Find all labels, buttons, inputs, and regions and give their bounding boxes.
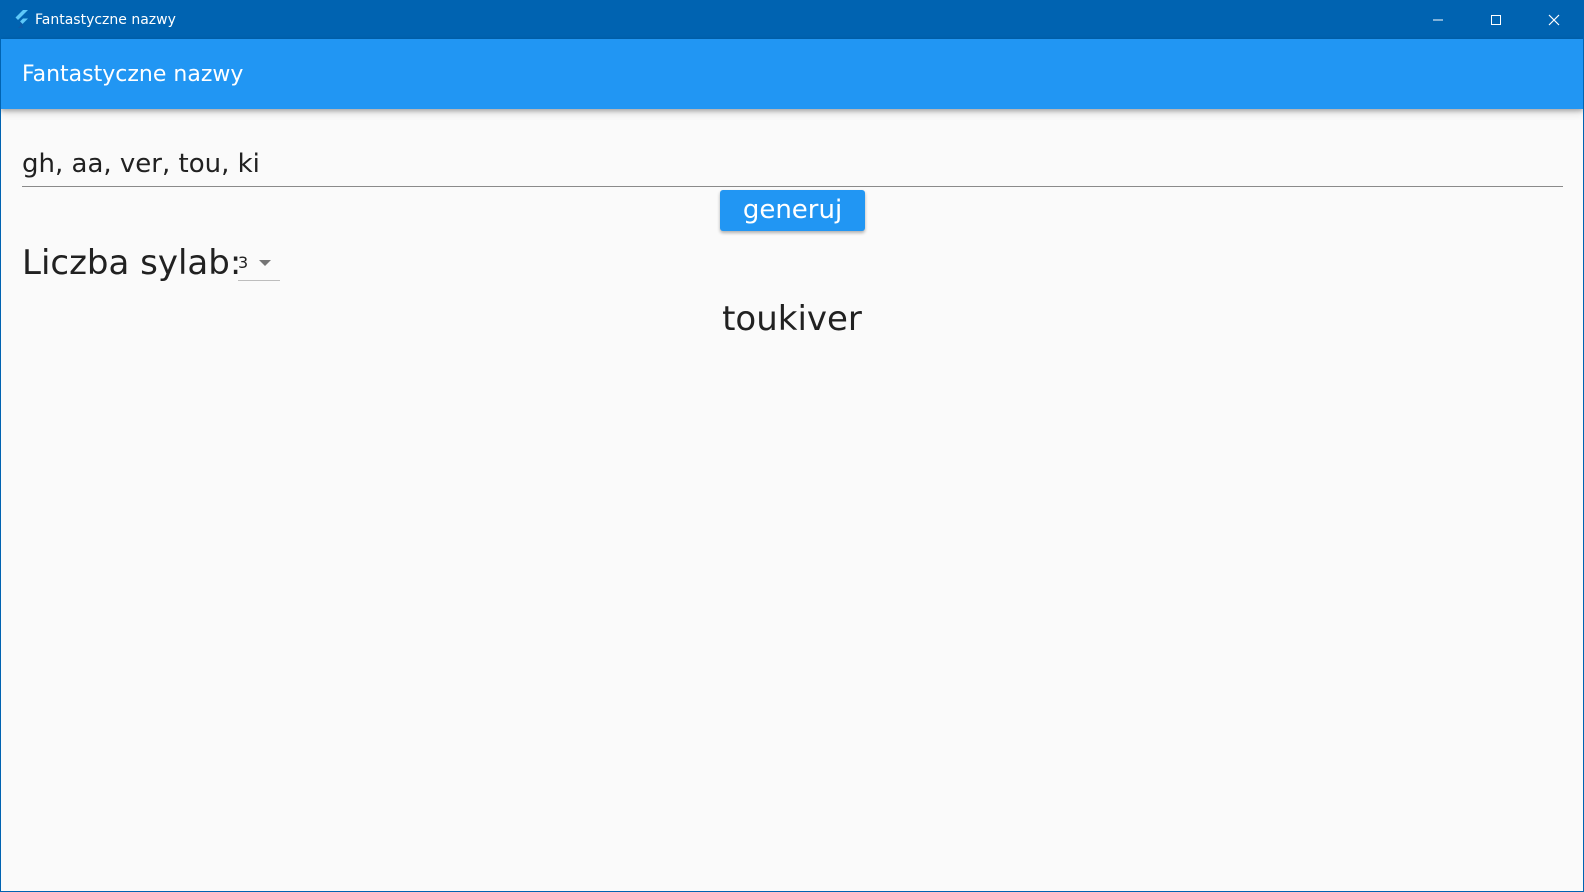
syllable-count-value: 3 (238, 253, 249, 272)
maximize-button[interactable] (1467, 1, 1525, 39)
minimize-icon (1432, 11, 1444, 30)
close-icon (1548, 11, 1560, 30)
generated-name: toukiver (722, 299, 862, 339)
flutter-logo-icon (12, 10, 30, 28)
window-titlebar[interactable]: Fantastyczne nazwy (1, 1, 1583, 39)
syllable-count-dropdown[interactable]: 3 (238, 251, 280, 281)
app-window: Fantastyczne nazwy Fantastyczne nazwy ge… (0, 0, 1584, 892)
dropdown-arrow-icon (259, 260, 271, 266)
maximize-icon (1490, 11, 1502, 30)
syllable-count-label: Liczba sylab: (22, 243, 242, 283)
app-bar: Fantastyczne nazwy (1, 39, 1583, 109)
generate-button[interactable]: generuj (720, 190, 865, 231)
close-button[interactable] (1525, 1, 1583, 39)
syllables-input[interactable] (22, 141, 1563, 187)
window-title: Fantastyczne nazwy (35, 12, 176, 28)
minimize-button[interactable] (1409, 1, 1467, 39)
app-bar-title: Fantastyczne nazwy (22, 62, 244, 87)
